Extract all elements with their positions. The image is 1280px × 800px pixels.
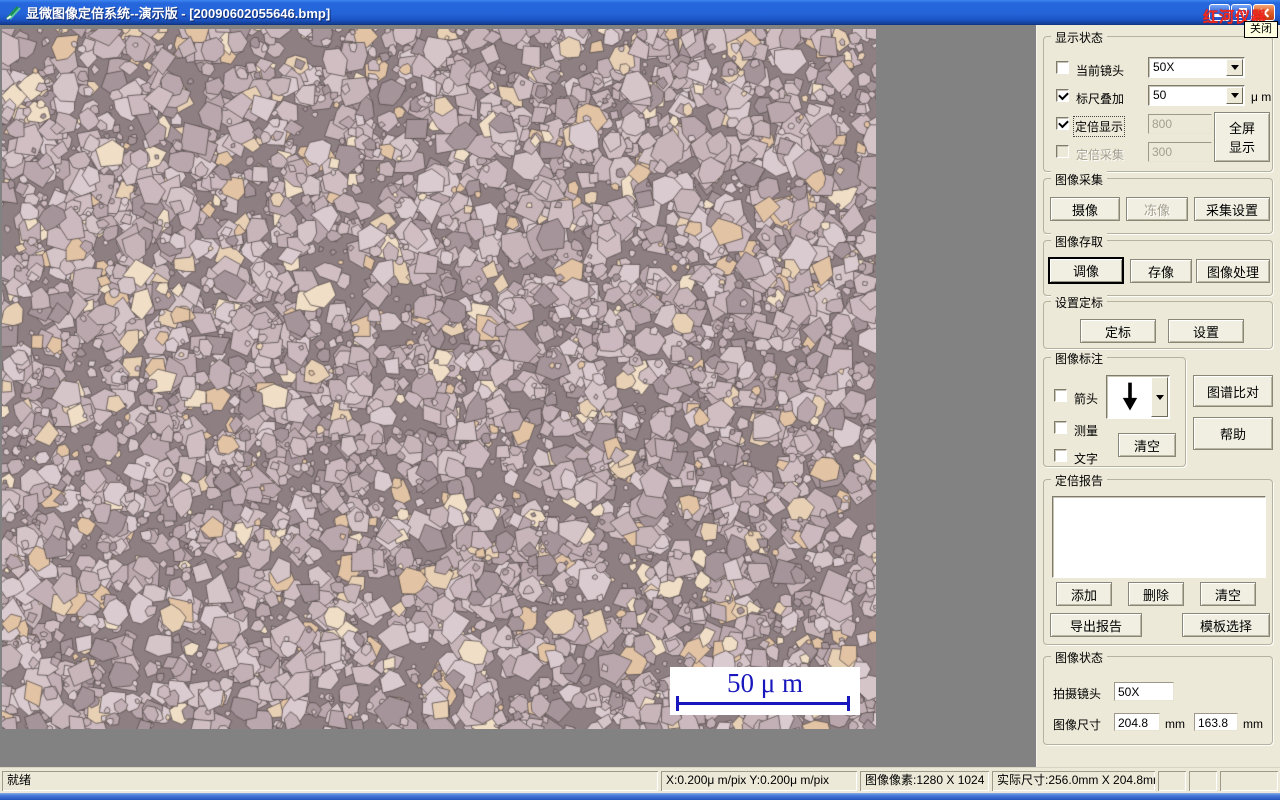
annotation-clear-button[interactable]: 清空	[1118, 433, 1176, 457]
status-ready: 就绪	[2, 771, 658, 791]
chevron-down-icon[interactable]	[1226, 87, 1243, 104]
measure-checkbox[interactable]	[1054, 421, 1067, 434]
group-title: 图像标注	[1051, 350, 1108, 367]
group-calibration: 设置定标 定标 设置	[1043, 294, 1273, 349]
fixed-display-label: 定倍显示	[1072, 116, 1126, 137]
group-title: 图像采集	[1051, 171, 1108, 188]
group-image-storage: 图像存取 调像 存像 图像处理	[1043, 233, 1273, 296]
window-title: 显微图像定倍系统--演示版 - [20090602055646.bmp]	[26, 6, 331, 21]
lens-label: 拍摄镜头	[1053, 687, 1102, 701]
status-empty-panel	[1158, 771, 1186, 791]
status-bar: 就绪 X:0.200μ m/pix Y:0.200μ m/pix 图像像素:12…	[0, 767, 1280, 793]
minimize-icon	[1214, 14, 1222, 17]
group-title: 图像存取	[1051, 233, 1108, 250]
fixed-display-input: 800	[1148, 114, 1212, 134]
scale-bar-overlay: 50 μ m	[670, 667, 860, 715]
taskbar-edge	[0, 793, 1280, 800]
template-select-button[interactable]: 模板选择	[1182, 613, 1270, 637]
load-image-button[interactable]: 调像	[1048, 257, 1124, 284]
fixed-capture-checkbox	[1056, 145, 1069, 158]
fixed-capture-label: 定倍采集	[1076, 148, 1125, 162]
measure-label: 测量	[1074, 424, 1099, 438]
report-delete-button[interactable]: 删除	[1128, 582, 1184, 606]
scale-bar-line	[676, 696, 850, 711]
export-report-button[interactable]: 导出报告	[1050, 613, 1142, 637]
arrow-checkbox[interactable]	[1054, 389, 1067, 402]
freeze-button: 冻像	[1126, 197, 1188, 221]
close-tooltip: 关闭	[1244, 21, 1278, 38]
fixed-display-checkbox[interactable]	[1056, 117, 1069, 130]
current-lens-label: 当前镜头	[1076, 64, 1125, 78]
control-panel: 显示状态 当前镜头 50X 标尺叠加 50 μ m 定倍显示 800 定倍采集 …	[1036, 25, 1280, 767]
group-title: 图像状态	[1051, 649, 1108, 666]
group-annotation: 图像标注 箭头 测量 文字 清空	[1043, 350, 1186, 467]
image-width-unit: mm	[1165, 717, 1185, 731]
group-title: 显示状态	[1051, 29, 1108, 46]
report-listbox[interactable]	[1052, 496, 1266, 578]
image-height-unit: mm	[1243, 717, 1263, 731]
status-actual-size: 实际尺寸:256.0mm X 204.8mm	[992, 771, 1155, 791]
title-bar: 显微图像定倍系统--演示版 - [20090602055646.bmp]	[0, 0, 1280, 25]
fixed-capture-input: 300	[1148, 142, 1212, 162]
scale-overlay-label: 标尺叠加	[1076, 92, 1125, 106]
settings-button[interactable]: 设置	[1168, 319, 1244, 343]
scale-overlay-checkbox[interactable]	[1056, 89, 1069, 102]
group-image-status: 图像状态 拍摄镜头 50X 图像尺寸 204.8 mm 163.8 mm	[1043, 649, 1273, 745]
app-icon	[5, 5, 21, 21]
atlas-compare-button[interactable]: 图谱比对	[1193, 375, 1273, 407]
restore-button[interactable]	[1231, 4, 1252, 21]
capture-settings-button[interactable]: 采集设置	[1194, 197, 1270, 221]
text-checkbox[interactable]	[1054, 449, 1067, 462]
minimize-button[interactable]	[1209, 4, 1230, 21]
fullscreen-button[interactable]: 全屏 显示	[1214, 112, 1270, 162]
status-empty-panel	[1220, 771, 1278, 791]
image-width-field: 204.8	[1114, 713, 1160, 731]
scale-overlay-unit: μ m	[1251, 90, 1272, 104]
arrow-label: 箭头	[1074, 392, 1099, 406]
app-window: 显微图像定倍系统--演示版 - [20090602055646.bmp] 红河仪…	[0, 0, 1280, 800]
client-area: 50 μ m	[0, 25, 1036, 767]
current-lens-checkbox[interactable]	[1056, 61, 1069, 74]
image-height-field: 163.8	[1194, 713, 1238, 731]
group-display-status: 显示状态 当前镜头 50X 标尺叠加 50 μ m 定倍显示 800 定倍采集 …	[1043, 29, 1273, 172]
scale-overlay-select[interactable]: 50	[1148, 85, 1245, 106]
calibrate-button[interactable]: 定标	[1080, 319, 1156, 343]
down-arrow-icon	[1122, 382, 1138, 411]
current-lens-select[interactable]: 50X	[1148, 57, 1245, 78]
capture-button[interactable]: 摄像	[1050, 197, 1120, 221]
report-clear-button[interactable]: 清空	[1200, 582, 1256, 606]
status-empty-panel	[1189, 771, 1217, 791]
chevron-down-icon[interactable]	[1151, 377, 1168, 417]
group-image-capture: 图像采集 摄像 冻像 采集设置	[1043, 171, 1273, 234]
group-title: 设置定标	[1051, 294, 1108, 311]
status-pixel-scale: X:0.200μ m/pix Y:0.200μ m/pix	[661, 771, 857, 791]
image-process-button[interactable]: 图像处理	[1196, 259, 1270, 283]
group-report: 定倍报告 添加 删除 清空 导出报告 模板选择	[1043, 472, 1273, 645]
report-add-button[interactable]: 添加	[1056, 582, 1112, 606]
scale-bar-label: 50 μ m	[727, 668, 803, 698]
image-size-label: 图像尺寸	[1053, 718, 1102, 732]
text-label: 文字	[1074, 452, 1099, 466]
help-button[interactable]: 帮助	[1193, 417, 1273, 450]
micrograph-image	[2, 29, 876, 729]
chevron-down-icon[interactable]	[1226, 59, 1243, 76]
close-button[interactable]	[1253, 4, 1275, 21]
lens-value-field: 50X	[1114, 682, 1174, 701]
arrow-style-select[interactable]	[1106, 375, 1170, 419]
group-title: 定倍报告	[1051, 472, 1108, 489]
save-image-button[interactable]: 存像	[1130, 259, 1192, 283]
status-image-pixels: 图像像素:1280 X 1024	[860, 771, 989, 791]
